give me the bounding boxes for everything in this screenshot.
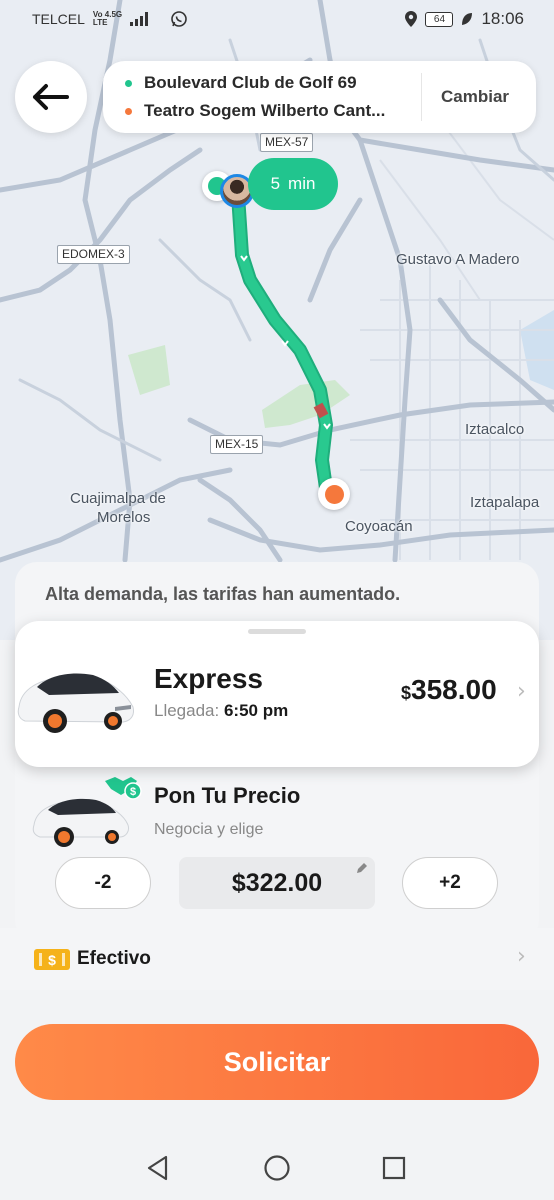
- increase-fare-button[interactable]: +2: [402, 857, 498, 909]
- status-bar: TELCEL Vo 4.5G LTE 64 18:06: [0, 0, 554, 38]
- system-nav-bar: [0, 1130, 554, 1200]
- pencil-icon: [357, 863, 367, 873]
- network-type: Vo 4.5G LTE: [92, 10, 123, 27]
- eta-pill: 5 min: [248, 158, 338, 210]
- payment-method-label: Efectivo: [77, 948, 151, 969]
- whatsapp-icon: [171, 11, 187, 27]
- map-label-coyoacan: Coyoacán: [345, 518, 413, 535]
- svg-text:$: $: [130, 786, 136, 798]
- express-arrival: Llegada: 6:50 pm: [154, 701, 289, 720]
- chevron-right-icon: ›: [517, 679, 526, 704]
- cash-icon: $: [34, 949, 70, 970]
- back-button[interactable]: [15, 61, 87, 133]
- decrease-fare-button[interactable]: -2: [55, 857, 151, 909]
- home-circle-icon[interactable]: [262, 1153, 292, 1183]
- request-ride-button[interactable]: Solicitar: [15, 1024, 539, 1100]
- map-label-gustavo-a-madero: Gustavo A Madero: [396, 251, 520, 268]
- eta-unit: min: [288, 174, 316, 193]
- pon-tu-precio-title: Pon Tu Precio: [154, 783, 301, 808]
- road-shield-mex57: MEX-57: [260, 133, 314, 152]
- dropoff-row: Teatro Sogem Wilberto Cant...: [125, 101, 385, 121]
- pickup-dot: [125, 79, 132, 87]
- arrow-left-icon: [33, 84, 69, 110]
- fare-input[interactable]: $322.00: [179, 857, 375, 909]
- eta-value: 5: [270, 174, 281, 193]
- express-arrival-time: 6:50 pm: [223, 701, 289, 720]
- tier-express-card[interactable]: Express Llegada: 6:50 pm $358.00 ›: [15, 621, 539, 767]
- sheet-grabber[interactable]: [248, 629, 306, 634]
- dropoff-address: Teatro Sogem Wilberto Cant...: [144, 101, 386, 120]
- recents-square-icon[interactable]: [381, 1155, 407, 1181]
- signal-icon: [130, 12, 149, 26]
- map-label-iztacalco: Iztacalco: [465, 421, 525, 438]
- map-label-iztapalapa: Iztapalapa: [470, 494, 540, 511]
- back-triangle-icon[interactable]: [144, 1154, 172, 1182]
- express-car-image: [17, 673, 134, 733]
- route-summary-card[interactable]: Boulevard Club de Golf 69 Teatro Sogem W…: [103, 61, 536, 133]
- road-shield-edomex3: EDOMEX-3: [57, 245, 130, 264]
- location-icon: [405, 11, 418, 27]
- express-title: Express: [154, 663, 263, 694]
- pon-tu-precio-subtitle: Negocia y elige: [154, 821, 264, 838]
- road-shield-mex15: MEX-15: [210, 435, 264, 454]
- map-label-cuajimalpa: Cuajimalpa de: [70, 490, 166, 507]
- change-route-button[interactable]: Cambiar: [441, 87, 509, 107]
- clock: 18:06: [481, 9, 524, 28]
- carrier-name: TELCEL: [32, 11, 85, 27]
- high-demand-notice: Alta demanda, las tarifas han aumentado.: [45, 584, 401, 604]
- leaf-icon: [462, 13, 473, 25]
- handshake-money-icon: $: [105, 777, 142, 800]
- map-label-morelos: Morelos: [97, 509, 151, 526]
- divider: [421, 73, 422, 121]
- fare-value: $322.00: [231, 868, 323, 897]
- pickup-address: Boulevard Club de Golf 69: [144, 73, 357, 92]
- express-price: $358.00: [401, 674, 497, 705]
- payment-method-row[interactable]: $ Efectivo ›: [0, 928, 554, 990]
- tier-pon-tu-precio[interactable]: $ Pon Tu Precio Negocia y elige -2 $322.…: [15, 767, 539, 929]
- chevron-right-icon: ›: [517, 944, 526, 969]
- pickup-row: Boulevard Club de Golf 69: [125, 73, 357, 93]
- battery-icon: 64: [425, 11, 454, 27]
- dropoff-marker: [318, 478, 350, 510]
- dropoff-dot: [125, 107, 132, 115]
